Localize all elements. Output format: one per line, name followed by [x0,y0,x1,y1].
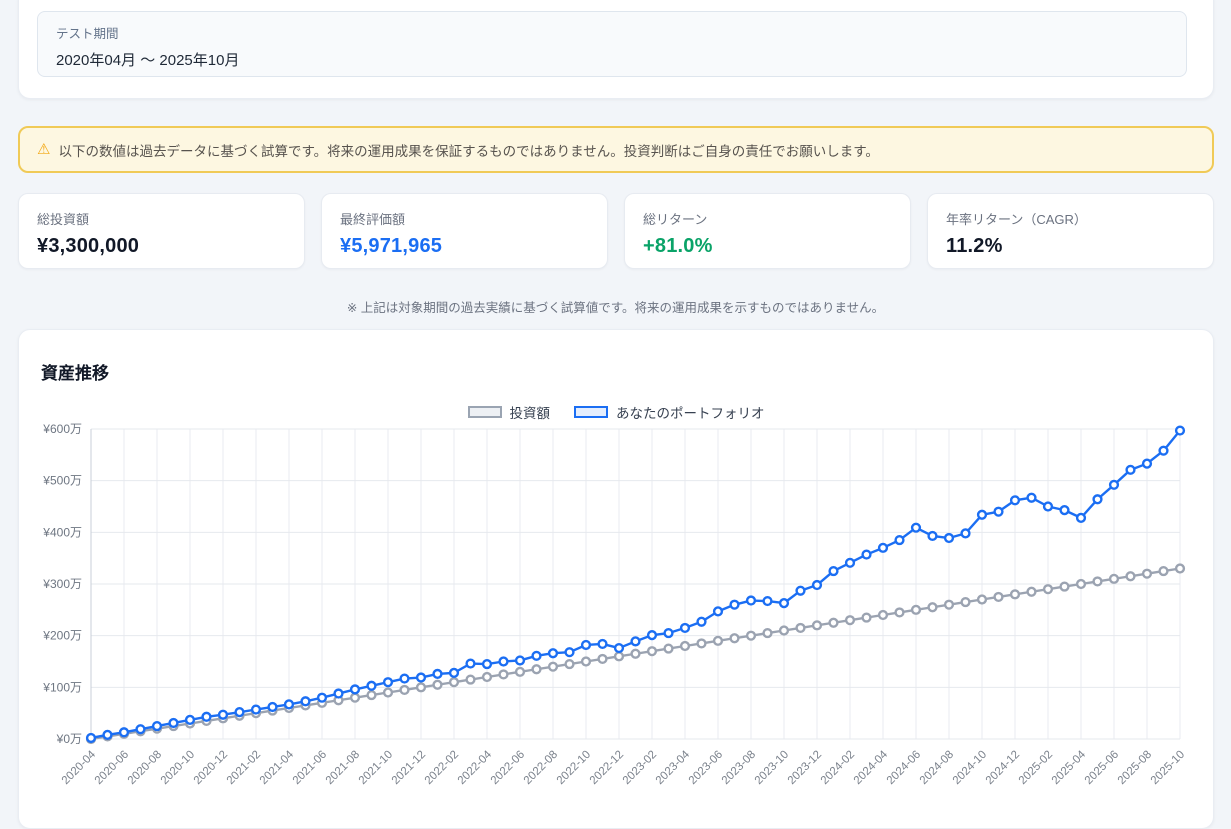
chart-legend: 投資額 あなたのポートフォリオ [19,402,1213,422]
svg-text:2024-10: 2024-10 [951,749,989,787]
chart-title: 資産推移 [41,359,109,384]
svg-text:2022-10: 2022-10 [555,749,593,787]
stat-label: 総投資額 [37,209,286,228]
chart-card: 資産推移 投資額 あなたのポートフォリオ ¥0万¥100万¥200万¥300万¥… [18,329,1214,829]
svg-text:2023-12: 2023-12 [786,749,824,787]
svg-text:2022-02: 2022-02 [423,749,461,787]
svg-text:2021-08: 2021-08 [324,749,362,787]
svg-text:2021-12: 2021-12 [390,749,428,787]
svg-text:2022-06: 2022-06 [489,749,527,787]
stat-card-total-return: 総リターン +81.0% [624,193,911,269]
svg-text:2025-06: 2025-06 [1083,749,1121,787]
warning-text: 以下の数値は過去データに基づく試算です。将来の運用成果を保証するものではありませ… [58,140,878,160]
stat-value: 11.2% [946,235,1195,258]
warning-banner: ⚠ 以下の数値は過去データに基づく試算です。将来の運用成果を保証するものではあり… [18,126,1214,173]
svg-text:2024-08: 2024-08 [918,749,956,787]
svg-text:¥200万: ¥200万 [42,629,82,643]
svg-text:2024-04: 2024-04 [852,748,891,787]
svg-text:¥300万: ¥300万 [42,577,82,591]
svg-text:2025-08: 2025-08 [1116,749,1154,787]
svg-text:2020-08: 2020-08 [126,749,164,787]
stat-value: ¥5,971,965 [340,235,589,258]
stat-value: ¥3,300,000 [37,235,286,258]
svg-text:2020-10: 2020-10 [159,749,197,787]
stat-label: 年率リターン（CAGR） [946,209,1195,228]
svg-text:2020-06: 2020-06 [93,749,131,787]
legend-swatch-investment [468,406,502,418]
svg-text:2023-04: 2023-04 [654,748,693,787]
period-box: テスト期間 2020年04月 ～ 2025年10月 [37,11,1187,77]
svg-text:2022-12: 2022-12 [588,749,626,787]
stat-value: +81.0% [643,235,892,258]
legend-label-portfolio: あなたのポートフォリオ [616,402,765,422]
svg-text:2023-10: 2023-10 [753,749,791,787]
period-label: テスト期間 [56,23,1168,42]
svg-text:2025-04: 2025-04 [1050,748,1089,787]
svg-text:2023-02: 2023-02 [621,749,659,787]
svg-text:2025-10: 2025-10 [1149,749,1187,787]
stat-card-total-invested: 総投資額 ¥3,300,000 [18,193,305,269]
svg-text:2020-04: 2020-04 [60,748,99,787]
svg-text:2021-02: 2021-02 [225,749,263,787]
svg-text:2021-06: 2021-06 [291,749,329,787]
stat-label: 総リターン [643,209,892,228]
svg-text:2023-08: 2023-08 [720,749,758,787]
svg-text:2022-08: 2022-08 [522,749,560,787]
warning-triangle-icon: ⚠ [37,142,50,157]
svg-text:¥100万: ¥100万 [42,680,82,694]
svg-text:¥400万: ¥400万 [42,525,82,539]
svg-text:2021-10: 2021-10 [357,749,395,787]
legend-item-investment[interactable]: 投資額 [468,402,551,422]
svg-text:2021-04: 2021-04 [258,748,297,787]
page: { "period_card": { "label": "テスト期間", "va… [0,0,1231,810]
svg-text:¥500万: ¥500万 [42,474,82,488]
stat-label: 最終評価額 [340,209,589,228]
stat-card-cagr: 年率リターン（CAGR） 11.2% [927,193,1214,269]
svg-text:2022-04: 2022-04 [456,748,495,787]
legend-item-portfolio[interactable]: あなたのポートフォリオ [574,402,765,422]
stat-card-final-value: 最終評価額 ¥5,971,965 [321,193,608,269]
period-value: 2020年04月 ～ 2025年10月 [56,49,1168,70]
svg-text:2024-06: 2024-06 [885,749,923,787]
svg-text:¥600万: ¥600万 [42,422,82,436]
legend-label-investment: 投資額 [510,402,551,422]
svg-text:2024-12: 2024-12 [984,749,1022,787]
svg-text:¥0万: ¥0万 [56,732,82,746]
svg-text:2024-02: 2024-02 [819,749,857,787]
period-card: テスト期間 2020年04月 ～ 2025年10月 [18,0,1214,99]
asset-growth-chart: ¥0万 ¥100万 ¥200万 ¥300万 ¥400万 ¥500万 ¥600万 2020-04… [19,421,1215,821]
svg-text:2023-06: 2023-06 [687,749,725,787]
svg-text:2020-12: 2020-12 [192,749,230,787]
svg-text:2025-02: 2025-02 [1017,749,1055,787]
disclaimer-note: ※ 上記は対象期間の過去実績に基づく試算値です。将来の運用成果を示すものではあり… [0,297,1231,316]
legend-swatch-portfolio [574,406,608,418]
